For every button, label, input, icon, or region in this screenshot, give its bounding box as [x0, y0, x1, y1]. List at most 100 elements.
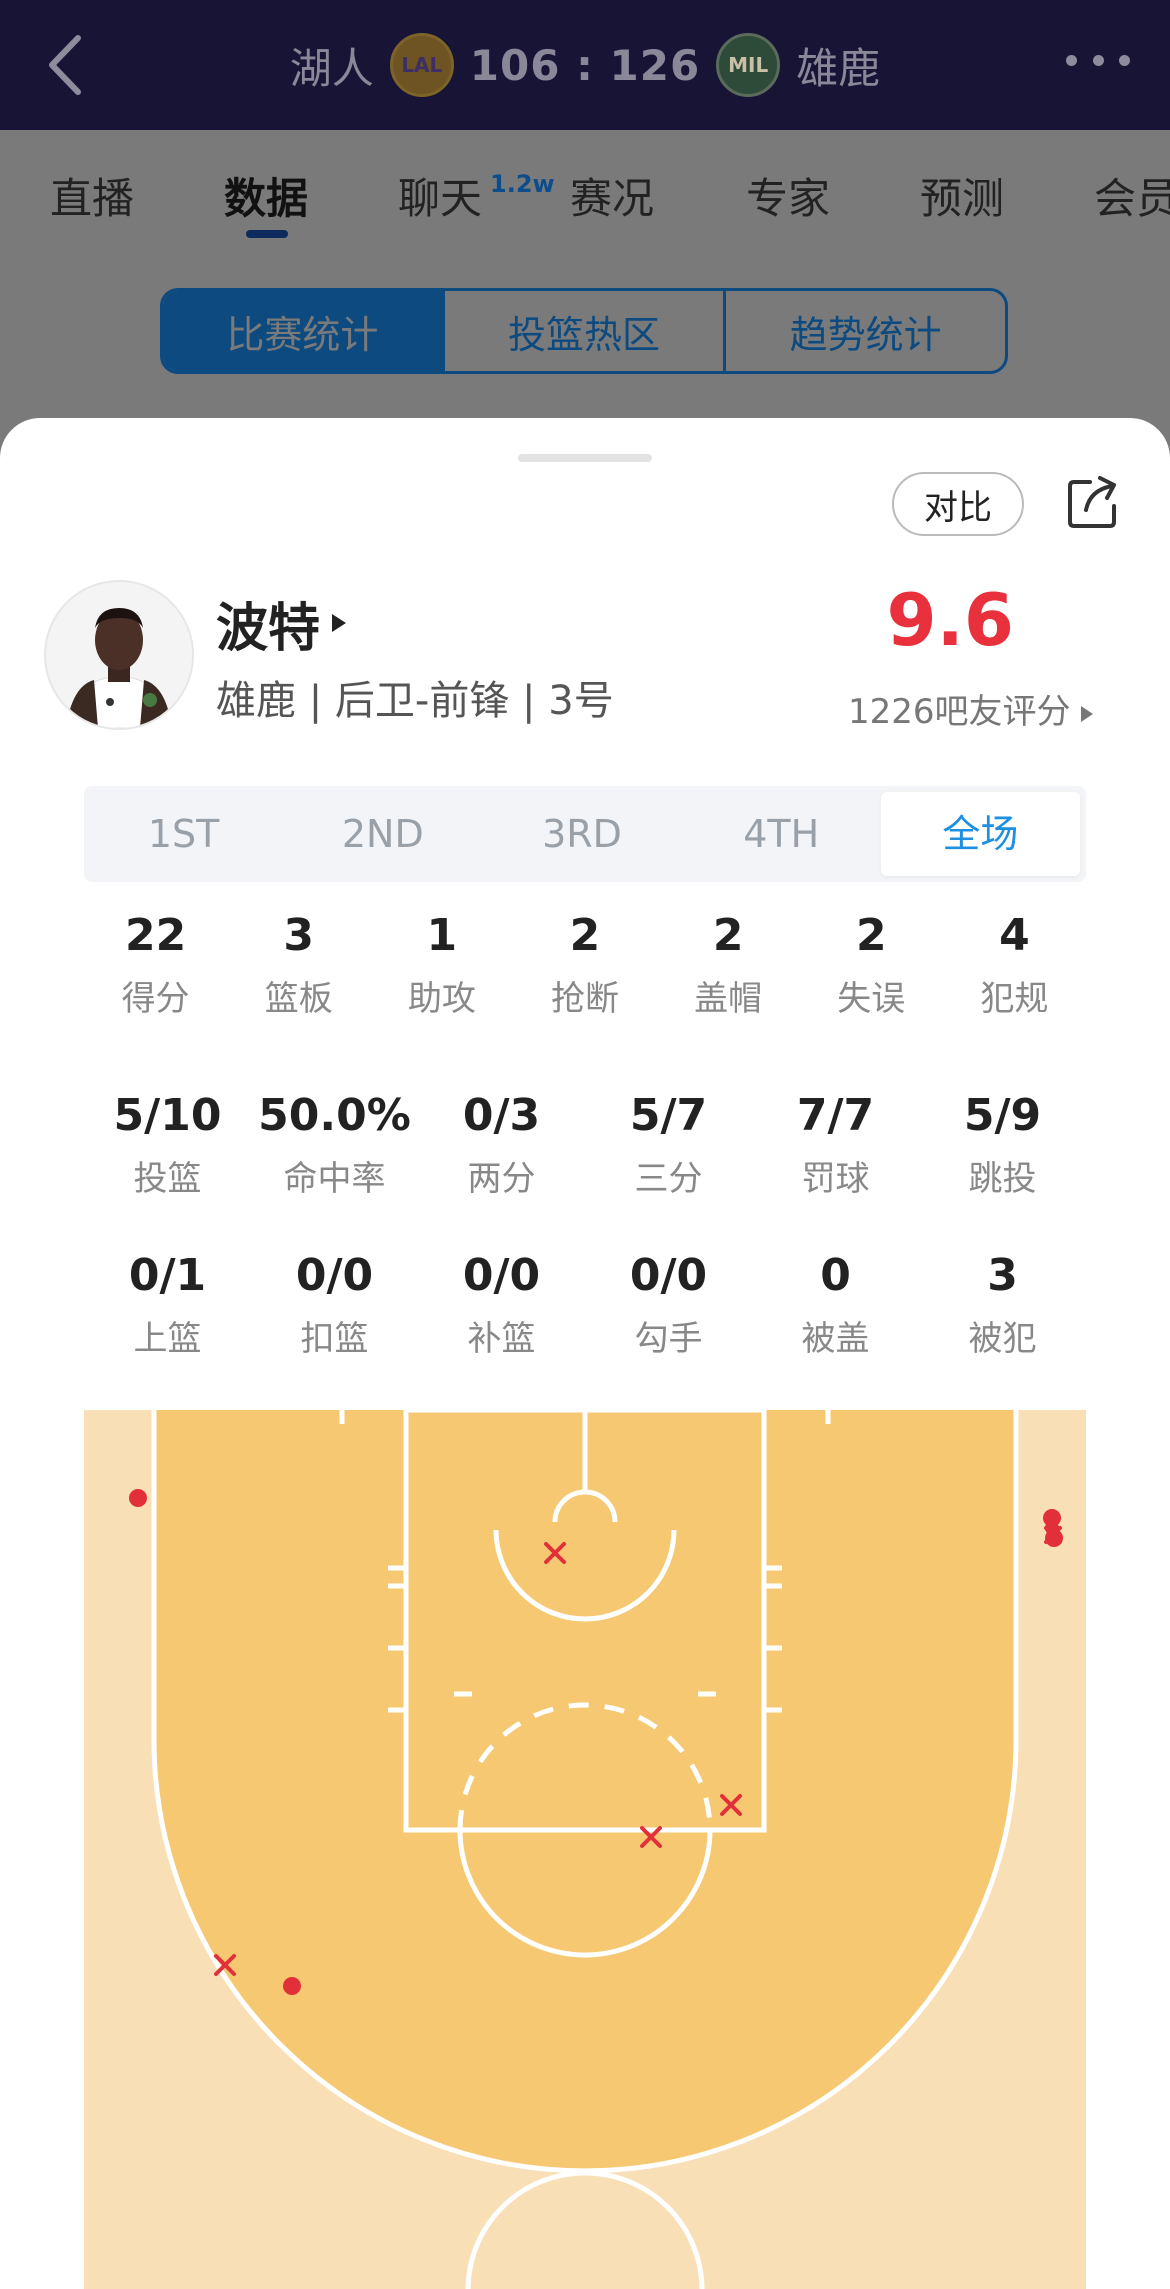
player-info: 雄鹿 | 后卫-前锋 | 3号 [216, 678, 614, 724]
stat-value: 2 [569, 910, 601, 961]
stats-row-shot-types: 0/1 上篮 0/0 扣篮 0/0 补篮 0/0 勾手 0 被盖 3 被犯 [84, 1250, 1086, 1360]
stat-value: 0/0 [295, 1250, 374, 1301]
stat-label: 三分 [634, 1159, 703, 1199]
stat-label: 得分 [121, 979, 190, 1019]
stat-value: 0/3 [462, 1090, 541, 1141]
stat-value: 3 [283, 910, 315, 961]
stat-steals: 2 抢断 [513, 910, 656, 1020]
stat-label: 两分 [467, 1159, 536, 1199]
game-score: 106 : 126 [469, 40, 701, 90]
stat-points: 22 得分 [84, 910, 227, 1020]
stat-value: 0/1 [128, 1250, 207, 1301]
top-bar: 湖人 LAL 106 : 126 MIL 雄鹿 [0, 0, 1170, 130]
stat-rebounds: 3 篮板 [227, 910, 370, 1020]
stat-value: 4 [999, 910, 1030, 961]
player-detail-sheet: 对比 波特 雄鹿 | 后卫-前锋 | 3号 9.6 1226吧友评分 1ST 2… [0, 418, 1170, 2289]
stat-label: 上篮 [133, 1319, 202, 1359]
player-avatar[interactable] [44, 580, 194, 730]
stat-value: 22 [124, 910, 187, 961]
stat-value: 2 [712, 910, 744, 961]
share-icon[interactable] [1064, 474, 1122, 532]
stat-label: 罚球 [801, 1159, 870, 1199]
period-tab-full-game[interactable]: 全场 [880, 792, 1081, 876]
period-tab-3rd[interactable]: 3RD [482, 792, 681, 876]
tab-game-status[interactable]: 赛况 [570, 165, 654, 226]
stats-segment-control: 比赛统计 投篮热区 趋势统计 [160, 288, 1008, 374]
stat-label: 投篮 [133, 1159, 202, 1199]
main-tabs: 直播 数据 聊天 1.2w 赛况 专家 预测 会员 [0, 130, 1170, 252]
lakers-logo-icon: LAL [389, 33, 454, 97]
rating-count-link[interactable]: 1226吧友评分 [848, 684, 1093, 733]
player-name[interactable]: 波特 [216, 586, 320, 661]
stat-value: 3 [987, 1250, 1018, 1301]
chat-count-badge: 1.2w [490, 170, 555, 198]
stat-label: 补篮 [467, 1319, 536, 1359]
stat-blocked: 0 被盖 [752, 1250, 919, 1360]
period-tab-2nd[interactable]: 2ND [283, 792, 482, 876]
stat-value: 7/7 [796, 1090, 875, 1141]
stat-label: 盖帽 [694, 979, 763, 1019]
stats-row-basic: 22 得分 3 篮板 1 助攻 2 抢断 2 盖帽 2 失误 4 犯规 [84, 910, 1086, 1020]
stat-layups: 0/1 上篮 [84, 1250, 251, 1360]
active-tab-indicator [246, 230, 288, 238]
tab-chat[interactable]: 聊天 [398, 165, 482, 226]
stat-label: 扣篮 [300, 1319, 369, 1359]
stat-value: 1 [426, 910, 458, 961]
stat-fouls: 4 犯规 [943, 910, 1086, 1020]
home-team-abbr: LAL [401, 53, 443, 77]
stat-putbacks: 0/0 补篮 [418, 1250, 585, 1360]
segment-trend-stats[interactable]: 趋势统计 [726, 291, 1005, 371]
stat-label: 勾手 [634, 1319, 703, 1359]
tab-predict[interactable]: 预测 [920, 165, 1004, 226]
stat-label: 命中率 [283, 1159, 386, 1199]
rating-count-label: 1226吧友评分 [848, 692, 1071, 732]
stat-value: 0 [820, 1250, 851, 1301]
play-arrow-icon[interactable] [332, 614, 346, 632]
period-tab-4th[interactable]: 4TH [682, 792, 881, 876]
stat-value: 0/0 [629, 1250, 708, 1301]
stat-field-goals: 5/10 投篮 [84, 1090, 251, 1200]
stat-value: 2 [855, 910, 887, 961]
stat-label: 助攻 [407, 979, 476, 1019]
tab-data[interactable]: 数据 [224, 165, 308, 226]
stat-label: 犯规 [980, 979, 1049, 1019]
stat-two-pointers: 0/3 两分 [418, 1090, 585, 1200]
stat-turnovers: 2 失误 [800, 910, 943, 1020]
away-team-name: 雄鹿 [796, 43, 881, 93]
tab-member[interactable]: 会员 [1094, 165, 1170, 226]
segment-game-stats[interactable]: 比赛统计 [163, 291, 445, 371]
play-arrow-icon [1080, 705, 1093, 722]
stat-blocks: 2 盖帽 [657, 910, 800, 1020]
player-rating: 9.6 [886, 578, 1014, 662]
stat-free-throws: 7/7 罚球 [752, 1090, 919, 1200]
more-icon[interactable] [1066, 50, 1130, 70]
compare-button[interactable]: 对比 [892, 472, 1024, 536]
stat-value: 5/7 [629, 1090, 708, 1141]
stat-hook-shots: 0/0 勾手 [585, 1250, 752, 1360]
stat-value: 0/0 [462, 1250, 541, 1301]
stat-value: 5/9 [963, 1090, 1042, 1141]
stat-value: 50.0% [258, 1090, 411, 1141]
period-tab-1st[interactable]: 1ST [84, 792, 283, 876]
period-tabs: 1ST 2ND 3RD 4TH 全场 [84, 786, 1086, 882]
stat-fg-pct: 50.0% 命中率 [251, 1090, 418, 1200]
tab-live[interactable]: 直播 [50, 165, 134, 226]
shot-made-marker [129, 1489, 147, 1507]
score-header: 湖人 LAL 106 : 126 MIL 雄鹿 [0, 30, 1170, 100]
stat-label: 跳投 [968, 1159, 1037, 1199]
segment-shot-zones[interactable]: 投篮热区 [445, 291, 727, 371]
bucks-logo-icon: MIL [716, 33, 781, 97]
shot-chart-court [84, 1410, 1086, 2289]
tab-experts[interactable]: 专家 [746, 165, 830, 226]
stat-assists: 1 助攻 [370, 910, 513, 1020]
stat-jump-shots: 5/9 跳投 [919, 1090, 1086, 1200]
stats-row-shooting: 5/10 投篮 50.0% 命中率 0/3 两分 5/7 三分 7/7 罚球 5/9 跳投 [84, 1090, 1086, 1200]
home-team-name: 湖人 [289, 43, 374, 93]
sheet-drag-handle[interactable] [518, 454, 652, 462]
stat-label: 篮板 [264, 979, 333, 1019]
stat-three-pointers: 5/7 三分 [585, 1090, 752, 1200]
stat-label: 抢断 [550, 979, 619, 1019]
stat-fouls-drawn: 3 被犯 [919, 1250, 1086, 1360]
shot-made-marker [283, 1977, 301, 1995]
stat-label: 失误 [837, 979, 906, 1019]
